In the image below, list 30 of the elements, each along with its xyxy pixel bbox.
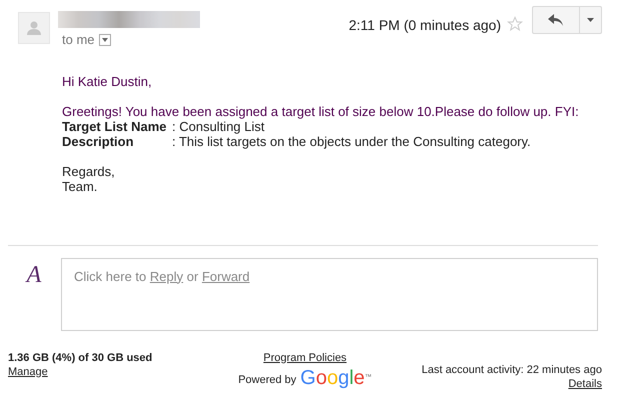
intro-text: Greetings! You have been assigned a target list of size below 10.Please do follow up. FYI:: [62, 104, 580, 118]
storage-usage: 1.36 GB (4%) of 30 GB used: [8, 350, 152, 364]
details-link[interactable]: Details: [568, 376, 602, 390]
details-dropdown[interactable]: [98, 34, 111, 46]
user-avatar: A: [24, 260, 42, 288]
field-label: Description: [62, 134, 135, 148]
account-activity: Last account activity: 22 minutes ago: [422, 362, 602, 376]
timestamp: 2:11 PM (0 minutes ago): [348, 16, 501, 35]
reply-button[interactable]: [532, 6, 580, 34]
recipient-label: to me: [62, 31, 95, 49]
or-text: or: [186, 268, 198, 284]
reply-arrow-icon: [548, 14, 564, 26]
star-icon[interactable]: [507, 16, 523, 32]
program-policies-link[interactable]: Program Policies: [263, 350, 347, 364]
field-value: : This list targets on the objects under the Consulting category.: [172, 134, 531, 148]
forward-link[interactable]: Forward: [202, 268, 250, 284]
reply-box[interactable]: Click here to Reply or Forward: [61, 258, 598, 330]
manage-link[interactable]: Manage: [8, 364, 48, 378]
caret-icon: [587, 18, 594, 22]
closing-text: Team.: [62, 178, 98, 194]
field-value: : Consulting List: [172, 118, 264, 134]
more-options-button[interactable]: [580, 6, 602, 34]
reply-prompt: Click here to: [74, 268, 146, 284]
avatar-icon: [18, 12, 50, 44]
closing-text: Regards,: [62, 164, 116, 178]
greeting-text: Hi Katie Dustin,: [62, 74, 153, 88]
caret-icon: [102, 38, 108, 42]
powered-by-text: Powered by: [238, 372, 296, 386]
reply-link[interactable]: Reply: [150, 268, 184, 284]
field-label: Target List Name: [62, 118, 168, 134]
